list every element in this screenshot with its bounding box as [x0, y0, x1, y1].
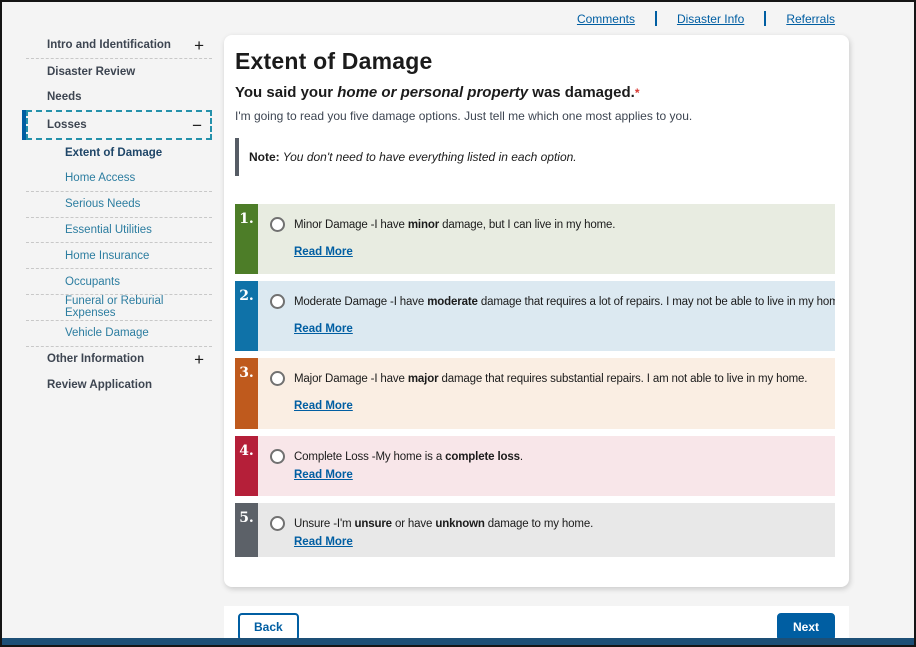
- sidebar-item-label: Intro and Identification: [47, 39, 171, 51]
- radio-button[interactable]: [270, 449, 285, 464]
- option-body: Moderate Damage -I have moderate damage …: [258, 281, 835, 351]
- main-content-panel: Extent of Damage You said your home or p…: [224, 35, 849, 587]
- option-text: Unsure -I'm unsure or have unknown damag…: [294, 518, 593, 530]
- sidebar-item-label: Losses: [47, 119, 87, 131]
- top-nav: Comments Disaster Info Referrals: [577, 11, 835, 26]
- read-more-link[interactable]: Read More: [294, 400, 353, 412]
- read-more-link[interactable]: Read More: [294, 536, 353, 548]
- damage-option-row-2: 2. Moderate Damage -I have moderate dama…: [235, 281, 835, 351]
- sidebar-item-label: Vehicle Damage: [65, 327, 149, 339]
- damage-option-row-1: 1. Minor Damage -I have minor damage, bu…: [235, 204, 835, 274]
- sidebar-item-label: Extent of Damage: [65, 147, 162, 159]
- sidebar-item-label: Needs: [47, 91, 82, 103]
- comments-link[interactable]: Comments: [577, 12, 635, 26]
- option-text: Major Damage -I have major damage that r…: [294, 373, 807, 385]
- active-section-indicator: [22, 110, 26, 140]
- bottom-accent-bar: [2, 638, 914, 645]
- option-body: Major Damage -I have major damage that r…: [258, 358, 835, 429]
- plus-icon[interactable]: +: [194, 351, 204, 368]
- option-text: Moderate Damage -I have moderate damage …: [294, 296, 835, 308]
- sidebar-item-funeral-or-reburial-expenses[interactable]: Funeral or Reburial Expenses: [26, 295, 212, 321]
- sidebar-item-home-access[interactable]: Home Access: [26, 166, 212, 192]
- nav-divider: [764, 11, 766, 26]
- sidebar-item-serious-needs[interactable]: Serious Needs: [26, 192, 212, 218]
- question-subtitle: You said your home or personal property …: [235, 84, 835, 101]
- option-number-badge: 4.: [235, 436, 258, 496]
- sidebar-nav: Intro and Identification + Disaster Revi…: [26, 33, 212, 398]
- sidebar-item-label: Essential Utilities: [65, 224, 152, 236]
- footer-bar: Back Next: [224, 606, 849, 642]
- required-asterisk: *: [635, 86, 640, 100]
- radio-button[interactable]: [270, 217, 285, 232]
- sidebar-item-occupants[interactable]: Occupants: [26, 269, 212, 295]
- option-text: Complete Loss -My home is a complete los…: [294, 451, 523, 463]
- sidebar-item-home-insurance[interactable]: Home Insurance: [26, 243, 212, 269]
- sidebar-item-label: Review Application: [47, 379, 152, 391]
- option-body: Unsure -I'm unsure or have unknown damag…: [258, 503, 835, 557]
- sidebar-item-label: Other Information: [47, 353, 144, 365]
- note-label: Note:: [249, 150, 280, 164]
- app-window: Comments Disaster Info Referrals Intro a…: [0, 0, 916, 647]
- sidebar-active-section-box: Losses −: [26, 110, 212, 140]
- sidebar-item-intro-and-identification[interactable]: Intro and Identification +: [26, 33, 212, 59]
- option-number-badge: 1.: [235, 204, 258, 274]
- plus-icon[interactable]: +: [194, 37, 204, 54]
- radio-button[interactable]: [270, 294, 285, 309]
- option-number-badge: 5.: [235, 503, 258, 557]
- note-box: Note: You don't need to have everything …: [235, 138, 835, 176]
- option-text: Minor Damage -I have minor damage, but I…: [294, 219, 615, 231]
- sidebar-item-review-application[interactable]: Review Application: [26, 372, 212, 398]
- note-text: You don't need to have everything listed…: [280, 150, 577, 164]
- next-button[interactable]: Next: [777, 613, 835, 641]
- damage-option-row-4: 4. Complete Loss -My home is a complete …: [235, 436, 835, 496]
- sidebar-item-label: Disaster Review: [47, 66, 135, 78]
- option-number-badge: 3.: [235, 358, 258, 429]
- page-title: Extent of Damage: [235, 48, 835, 75]
- sidebar-item-disaster-review[interactable]: Disaster Review: [26, 59, 212, 85]
- referrals-link[interactable]: Referrals: [786, 12, 835, 26]
- sidebar-item-label: Home Insurance: [65, 250, 149, 262]
- radio-button[interactable]: [270, 371, 285, 386]
- sidebar-item-needs[interactable]: Needs: [26, 85, 212, 111]
- read-more-link[interactable]: Read More: [294, 323, 353, 335]
- sidebar-item-essential-utilities[interactable]: Essential Utilities: [26, 218, 212, 244]
- sidebar-item-label: Occupants: [65, 276, 120, 288]
- read-more-link[interactable]: Read More: [294, 469, 353, 481]
- option-body: Complete Loss -My home is a complete los…: [258, 436, 835, 496]
- sidebar-item-other-information[interactable]: Other Information +: [26, 347, 212, 373]
- damage-options-list: 1. Minor Damage -I have minor damage, bu…: [235, 204, 835, 557]
- nav-divider: [655, 11, 657, 26]
- option-body: Minor Damage -I have minor damage, but I…: [258, 204, 835, 274]
- subtitle-emphasis: home or personal property: [337, 84, 528, 101]
- back-button[interactable]: Back: [238, 613, 299, 641]
- damage-option-row-3: 3. Major Damage -I have major damage tha…: [235, 358, 835, 429]
- sidebar-item-losses[interactable]: Losses −: [28, 112, 210, 138]
- intro-text: I'm going to read you five damage option…: [235, 109, 835, 123]
- radio-button[interactable]: [270, 516, 285, 531]
- read-more-link[interactable]: Read More: [294, 246, 353, 258]
- minus-icon[interactable]: −: [192, 117, 202, 134]
- sidebar-item-label: Home Access: [65, 172, 135, 184]
- disaster-info-link[interactable]: Disaster Info: [677, 12, 744, 26]
- sidebar-item-label: Funeral or Reburial Expenses: [65, 295, 204, 319]
- option-number-badge: 2.: [235, 281, 258, 351]
- sidebar-item-label: Serious Needs: [65, 198, 140, 210]
- sidebar-item-extent-of-damage[interactable]: Extent of Damage: [26, 140, 212, 166]
- damage-option-row-5: 5. Unsure -I'm unsure or have unknown da…: [235, 503, 835, 557]
- sidebar-item-vehicle-damage[interactable]: Vehicle Damage: [26, 321, 212, 347]
